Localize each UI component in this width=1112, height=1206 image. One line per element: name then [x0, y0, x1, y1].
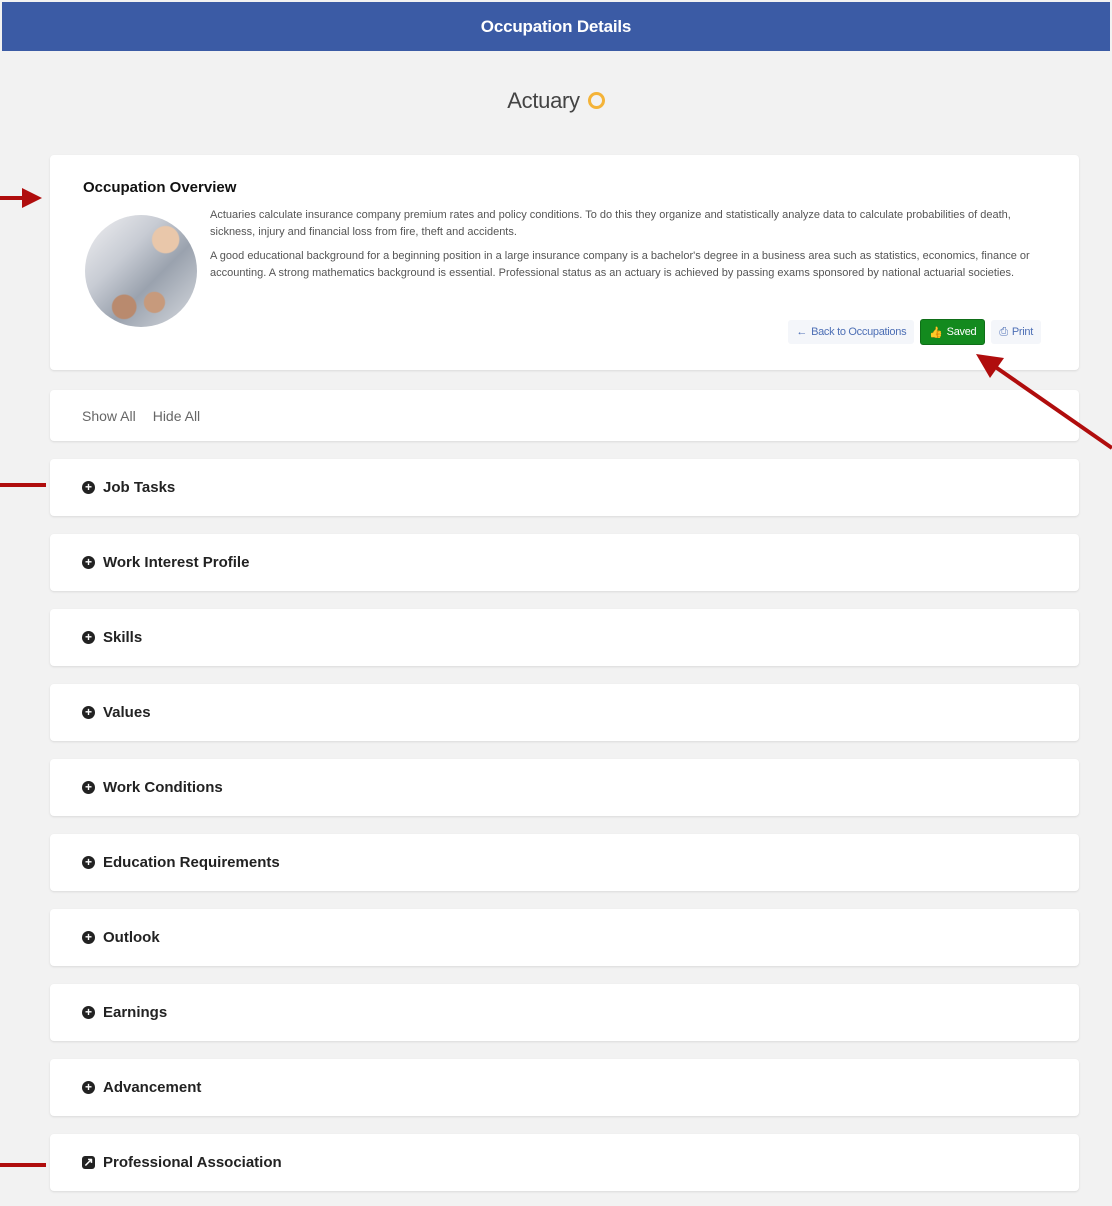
occupation-photo [85, 215, 197, 327]
section-education-requirements[interactable]: + Education Requirements [50, 834, 1079, 891]
page-header: Occupation Details [2, 2, 1110, 51]
section-label: Professional Association [103, 1154, 282, 1171]
section-label: Education Requirements [103, 854, 280, 871]
plus-circle-icon: + [82, 931, 95, 944]
section-label: Earnings [103, 1004, 168, 1021]
print-button-label: Print [1011, 326, 1033, 338]
plus-circle-icon: + [82, 781, 95, 794]
favorite-ring-icon[interactable] [587, 91, 605, 109]
section-outlook[interactable]: + Outlook [50, 909, 1079, 966]
plus-circle-icon: + [82, 706, 95, 719]
section-label: Outlook [103, 929, 160, 946]
occupation-overview-card: Occupation Overview Actuaries calculate … [50, 155, 1079, 370]
plus-circle-icon: + [82, 1081, 95, 1094]
annotation-arrowhead [22, 188, 42, 208]
annotation-arrow [0, 196, 24, 200]
saved-button-label: Saved [946, 326, 977, 338]
plus-circle-icon: + [82, 556, 95, 569]
section-earnings[interactable]: + Earnings [50, 984, 1079, 1041]
saved-button[interactable]: 👍 Saved [920, 319, 986, 345]
section-skills[interactable]: + Skills [50, 609, 1079, 666]
show-hide-bar: Show All Hide All [50, 390, 1079, 441]
back-to-occupations-button[interactable]: ← Back to Occupations [788, 320, 915, 344]
section-label: Skills [103, 629, 143, 646]
section-work-conditions[interactable]: + Work Conditions [50, 759, 1079, 816]
annotation-line [0, 1163, 46, 1167]
overview-description: Actuaries calculate insurance company pr… [210, 207, 1040, 289]
annotation-line [0, 483, 46, 487]
occupation-title: Actuary [0, 88, 1112, 114]
plus-circle-icon: + [82, 631, 95, 644]
section-job-tasks[interactable]: + Job Tasks [50, 459, 1079, 516]
print-icon: ⎙ [999, 325, 1008, 338]
annotation-diagonal-arrow [976, 354, 1112, 450]
back-button-label: Back to Occupations [811, 326, 907, 338]
section-advancement[interactable]: + Advancement [50, 1059, 1079, 1116]
section-values[interactable]: + Values [50, 684, 1079, 741]
section-label: Advancement [103, 1079, 202, 1096]
plus-circle-icon: + [82, 1006, 95, 1019]
show-all-link[interactable]: Show All [82, 408, 136, 424]
plus-circle-icon: + [82, 481, 95, 494]
thumbs-up-icon: 👍 [929, 326, 943, 339]
hide-all-link[interactable]: Hide All [153, 408, 200, 424]
occupation-name: Actuary [507, 88, 580, 113]
overview-actions: ← Back to Occupations 👍 Saved ⎙ Print [788, 319, 1041, 345]
section-label: Values [103, 704, 151, 721]
section-professional-association[interactable]: ↗ Professional Association [50, 1134, 1079, 1191]
plus-circle-icon: + [82, 856, 95, 869]
overview-paragraph: A good educational background for a begi… [210, 250, 1030, 279]
section-label: Work Conditions [103, 779, 223, 796]
print-button[interactable]: ⎙ Print [991, 320, 1041, 344]
arrow-left-icon: ← [796, 326, 808, 338]
section-label: Work Interest Profile [103, 554, 250, 571]
overview-paragraph: Actuaries calculate insurance company pr… [210, 209, 1011, 238]
section-label: Job Tasks [103, 479, 176, 496]
header-title: Occupation Details [480, 16, 632, 36]
overview-heading: Occupation Overview [83, 179, 237, 196]
external-link-icon: ↗ [82, 1155, 95, 1169]
section-work-interest-profile[interactable]: + Work Interest Profile [50, 534, 1079, 591]
